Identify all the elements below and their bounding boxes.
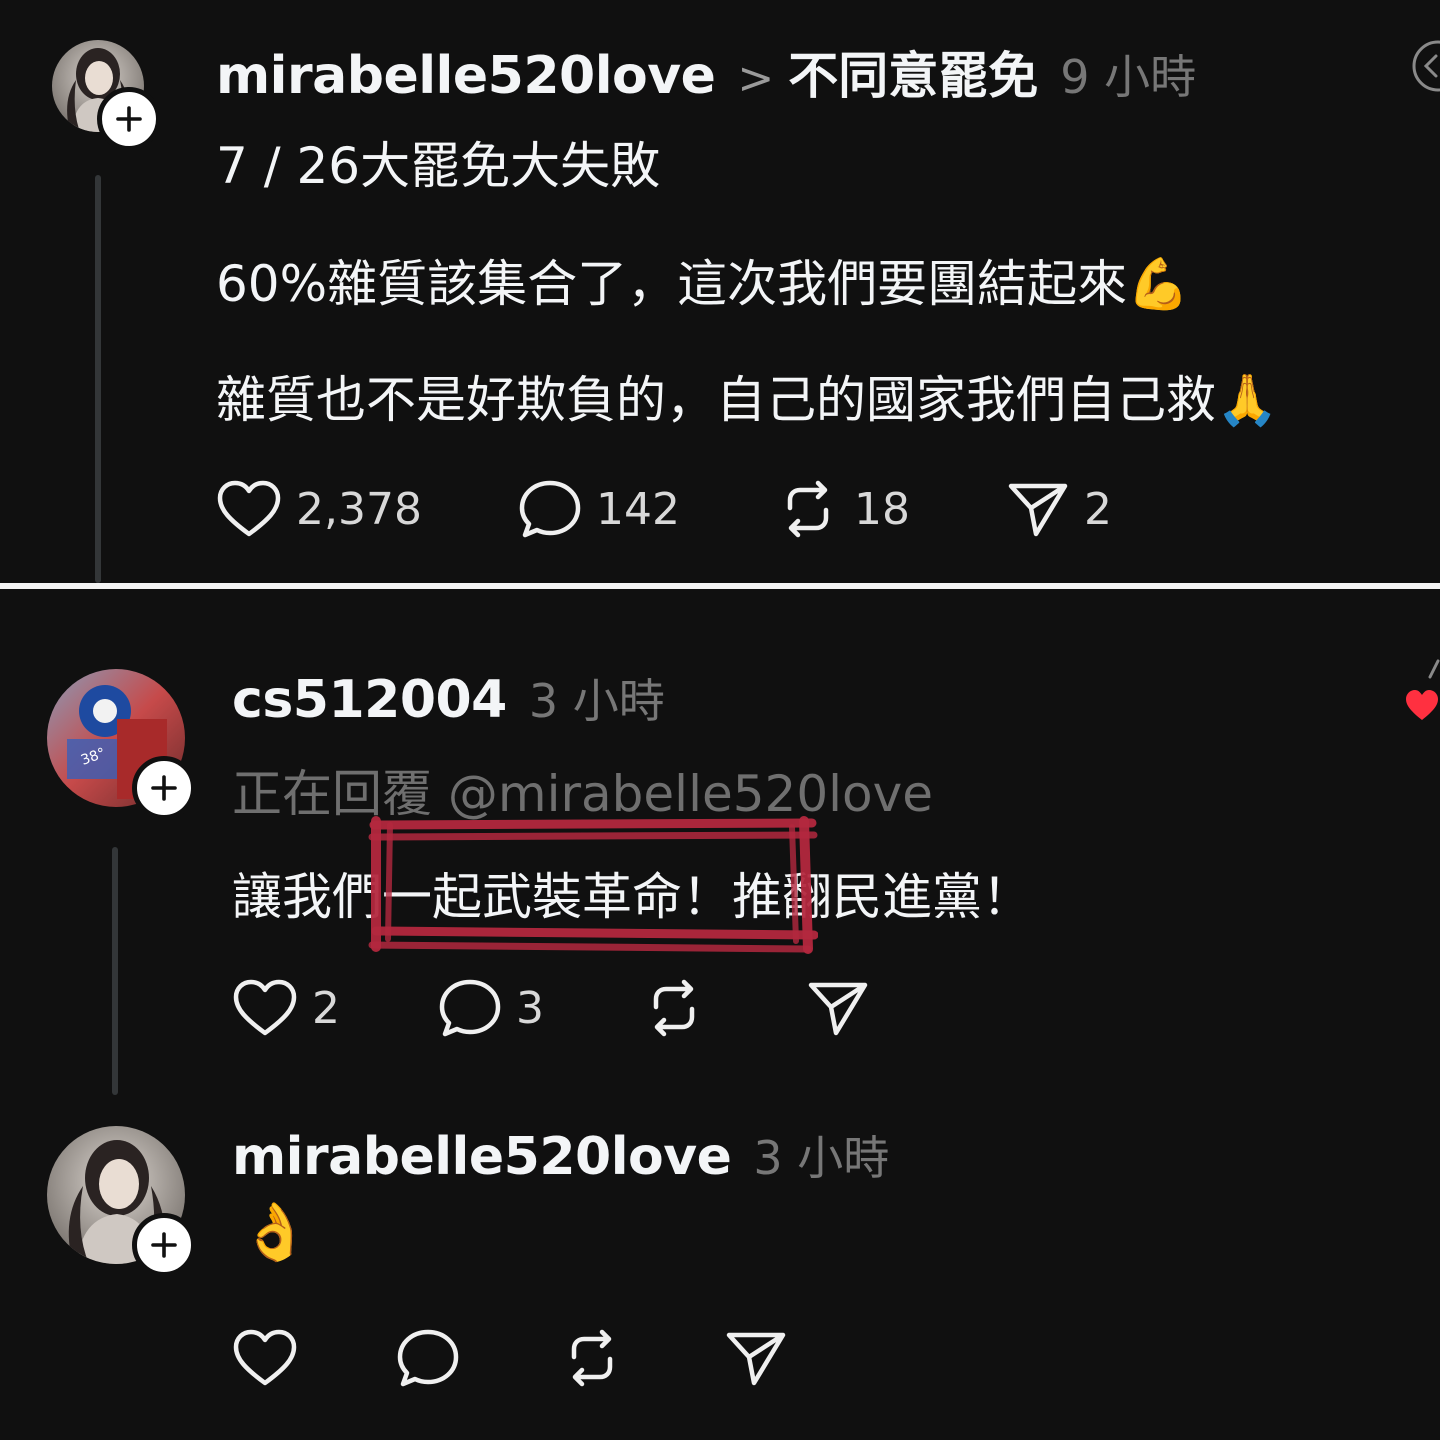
heart-icon [233,1329,297,1386]
share-count: 2 [1083,483,1112,535]
follow-button[interactable] [132,1213,196,1277]
reply-action-bar: 2 3 [232,977,870,1039]
reply-timestamp: 3 小時 [528,674,665,728]
screenshot-collage: mirabelle520love > 不同意罷免 9 小時 7 / 26大罷免大… [0,0,1440,1440]
post-action-bar: 2,378 142 18 2 [216,478,1112,540]
thread-connector-line [95,175,101,583]
post-text-line-3: 雜質也不是好欺負的，自己的國家我們自己救🙏 [216,371,1279,429]
comment-count: 142 [595,483,680,535]
like-button[interactable] [232,1327,298,1389]
reply-text: 讓我們一起武裝革命！推翻民進黨！ [232,868,1032,926]
repost-button[interactable] [560,1327,624,1389]
comment-bubble-icon [439,979,501,1037]
liked-heart-icon[interactable] [1404,687,1440,723]
reply2-timestamp: 3 小時 [753,1131,890,1185]
repost-button[interactable] [642,977,706,1039]
comment-count: 3 [516,982,544,1034]
comment-bubble-icon [397,1329,459,1387]
share-button[interactable] [806,977,870,1039]
plus-icon [151,1232,177,1258]
like-button[interactable]: 2 [232,977,340,1039]
comment-bubble-icon [519,480,581,538]
comment-button[interactable]: 3 [438,977,544,1039]
share-button[interactable]: 2 [1006,478,1112,540]
repost-icon [787,480,829,538]
topic-separator: > [737,53,775,104]
reply2-header: mirabelle520love 3 小時 [232,1122,889,1188]
original-post: mirabelle520love > 不同意罷免 9 小時 7 / 26大罷免大… [0,0,1440,583]
repost-button[interactable]: 18 [776,478,910,540]
repost-icon [653,979,695,1037]
topic-tag[interactable]: 不同意罷免 [788,36,1038,108]
repost-icon [571,1329,613,1387]
reply-header: cs512004 3 小時 [232,665,665,731]
reply-author-username[interactable]: cs512004 [232,670,507,730]
reply2-text: 👌 [240,1200,310,1265]
author-username[interactable]: mirabelle520love [216,46,716,106]
plus-icon [151,775,177,801]
like-count: 2 [312,982,340,1034]
post-text-line-1: 7 / 26大罷免大失敗 [216,137,661,195]
heart-icon [217,480,281,537]
heart-icon [233,979,297,1036]
repost-count: 18 [853,483,910,535]
like-count: 2,378 [296,483,422,535]
send-icon [1008,483,1068,537]
post-header: mirabelle520love > 不同意罷免 9 小時 [216,36,1196,108]
send-icon [808,982,868,1036]
plus-icon [116,106,142,132]
follow-button[interactable] [97,87,161,151]
reply-thread: 38° cs512004 3 小時 正在回覆 @mirabelle520love… [0,589,1440,1440]
like-button[interactable]: 2,378 [216,478,422,540]
share-button[interactable] [724,1327,788,1389]
more-options-icon[interactable] [1428,659,1440,679]
send-icon [726,1332,786,1386]
post-timestamp: 9 小時 [1060,50,1197,104]
reply-thread-line [112,847,118,1095]
comment-button[interactable] [396,1327,460,1389]
follow-button[interactable] [132,756,196,820]
more-options-icon[interactable] [1408,38,1440,94]
reply2-author-username[interactable]: mirabelle520love [232,1127,732,1187]
post-text-line-2: 60%雜質該集合了，這次我們要團結起來💪 [216,255,1190,313]
replying-to-label[interactable]: 正在回覆 @mirabelle520love [232,754,933,826]
reply2-action-bar [232,1327,788,1389]
comment-button[interactable]: 142 [518,478,680,540]
